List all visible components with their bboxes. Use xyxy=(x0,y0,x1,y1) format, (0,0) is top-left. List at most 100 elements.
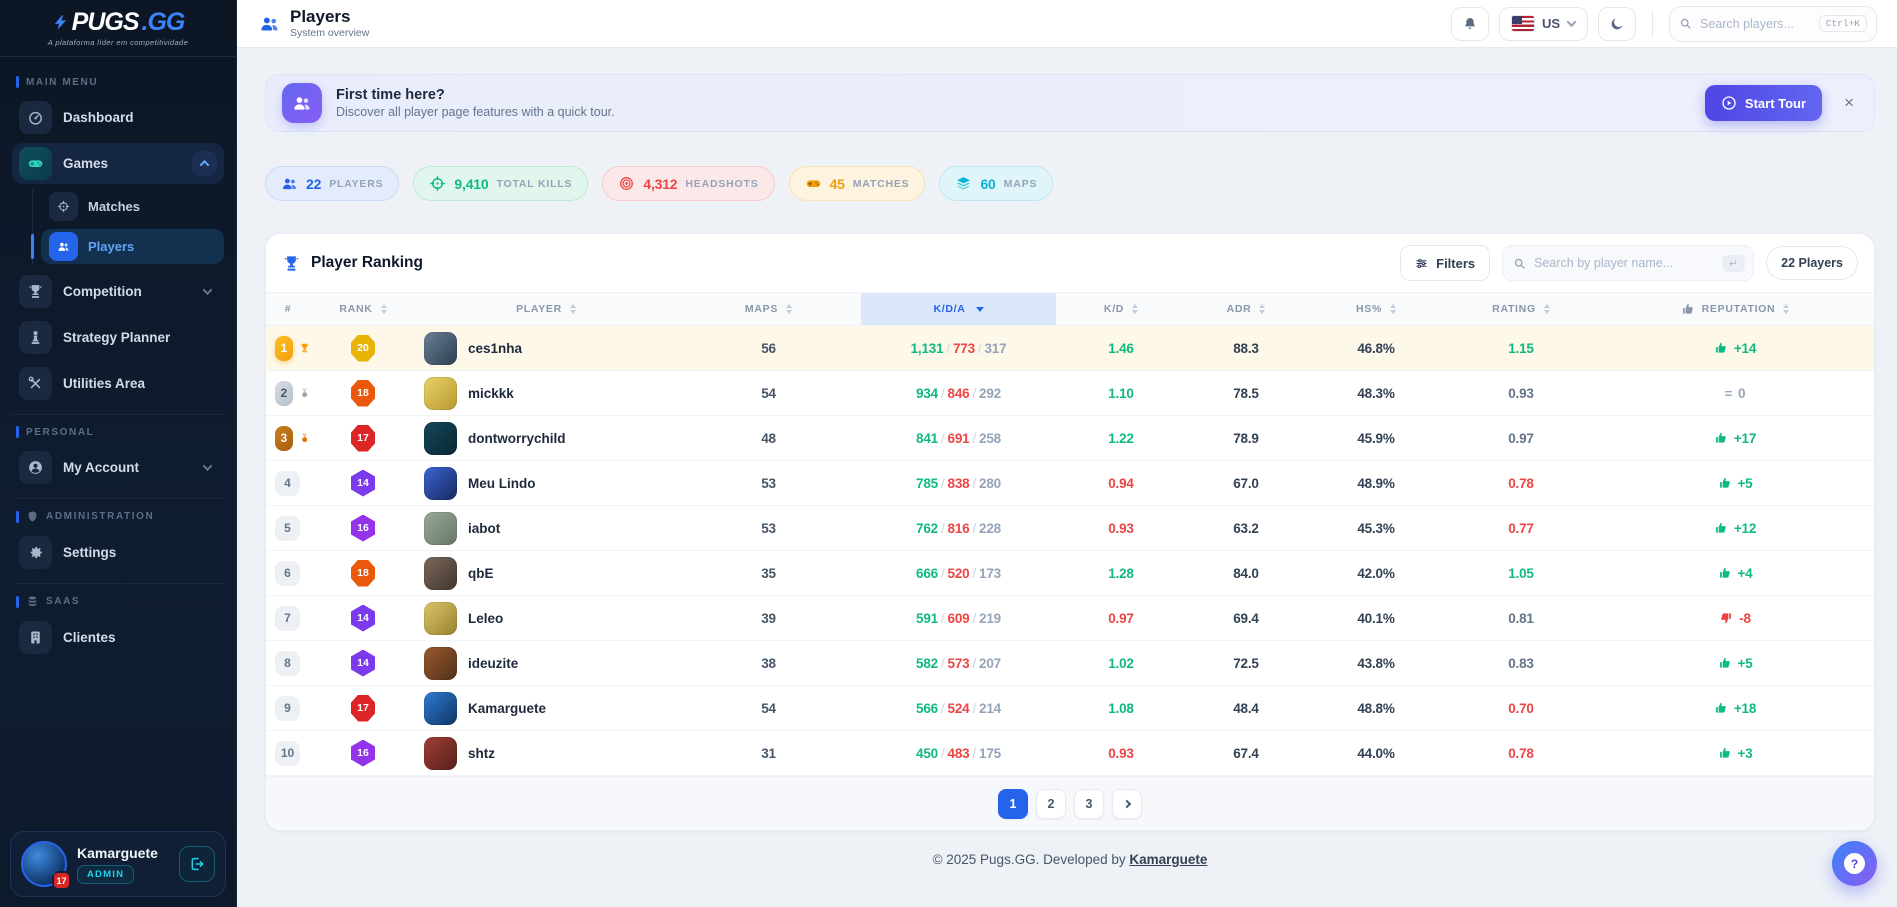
chevron-down-icon xyxy=(1567,17,1577,27)
page-button-3[interactable]: 3 xyxy=(1074,789,1104,819)
player-cell[interactable]: Leleo xyxy=(416,602,676,635)
hs-cell: 45.3% xyxy=(1306,521,1446,536)
player-search-input[interactable] xyxy=(1534,256,1714,270)
notifications-button[interactable] xyxy=(1451,7,1489,41)
player-cell[interactable]: ces1nha xyxy=(416,332,676,365)
medal-icon xyxy=(299,430,310,446)
kda-cell: 934/846/292 xyxy=(861,386,1056,401)
language-selector[interactable]: US xyxy=(1499,7,1588,41)
position-cell: 7 xyxy=(266,606,310,631)
sidebar-item-competition[interactable]: Competition xyxy=(12,271,224,312)
thumb-up-icon xyxy=(1714,431,1728,445)
gear-icon xyxy=(27,544,44,561)
kda-separator: / xyxy=(969,746,979,761)
equals-icon: = xyxy=(1725,386,1732,401)
table-row[interactable]: 917Kamarguete54566/524/2141.0848.448.8%0… xyxy=(266,686,1874,731)
player-cell[interactable]: dontworrychild xyxy=(416,422,676,455)
kd-cell: 1.10 xyxy=(1056,386,1186,401)
sidebar-item-utilities-area[interactable]: Utilities Area xyxy=(12,363,224,404)
reputation-value: 0 xyxy=(1738,386,1745,401)
topbar-actions: US Ctrl+K xyxy=(1451,6,1877,42)
sidebar-section: PERSONALMy Account xyxy=(12,414,224,488)
brand-logo[interactable]: PUGS.GG A plataforma líder em competitiv… xyxy=(0,0,236,57)
bell-icon xyxy=(1462,16,1478,32)
deaths-value: 524 xyxy=(948,701,970,716)
table-row[interactable]: 414Meu Lindo53785/838/2800.9467.048.9%0.… xyxy=(266,461,1874,506)
position-badge: 1 xyxy=(275,336,293,361)
sort-up-arrow xyxy=(1259,304,1265,308)
player-cell[interactable]: iabot xyxy=(416,512,676,545)
table-row[interactable]: 814ideuzite38582/573/2071.0272.543.8%0.8… xyxy=(266,641,1874,686)
sort-down-arrow xyxy=(570,310,576,314)
column-header-rank[interactable]: RANK xyxy=(310,293,416,325)
tour-banner-title: First time here? xyxy=(336,87,615,103)
player-cell[interactable]: ideuzite xyxy=(416,647,676,680)
dark-mode-toggle[interactable] xyxy=(1598,7,1636,41)
stat-pill-headshots[interactable]: 4,312HEADSHOTS xyxy=(602,166,774,201)
page-button-1[interactable]: 1 xyxy=(998,789,1028,819)
kda-separator: / xyxy=(969,611,979,626)
chevron-right-icon xyxy=(1123,799,1131,807)
sidebar-item-players[interactable]: Players xyxy=(41,229,224,264)
table-row[interactable]: 618qbE35666/520/1731.2884.042.0%1.05+4 xyxy=(266,551,1874,596)
sidebar-subitem-label: Matches xyxy=(88,199,140,214)
reputation-cell: +5 xyxy=(1596,656,1874,671)
table-row[interactable]: 120ces1nha561,131/773/3171.4688.346.8%1.… xyxy=(266,326,1874,371)
sidebar-item-my-account[interactable]: My Account xyxy=(12,447,224,488)
player-cell[interactable]: shtz xyxy=(416,737,676,770)
player-cell[interactable]: Kamarguete xyxy=(416,692,676,725)
player-cell[interactable]: mickkk xyxy=(416,377,676,410)
rank-cell: 14 xyxy=(310,650,416,677)
player-cell[interactable]: Meu Lindo xyxy=(416,467,676,500)
help-fab[interactable]: ? xyxy=(1832,841,1877,886)
column-header-kda[interactable]: K/D/A xyxy=(861,293,1056,325)
position-cell: 9 xyxy=(266,696,310,721)
rating-cell: 0.77 xyxy=(1446,521,1596,536)
stat-pill-maps[interactable]: 60MAPS xyxy=(939,166,1053,201)
sidebar-item-dashboard[interactable]: Dashboard xyxy=(12,97,224,138)
player-cell[interactable]: qbE xyxy=(416,557,676,590)
column-header-rating[interactable]: RATING xyxy=(1446,293,1596,325)
stat-pill-players[interactable]: 22PLAYERS xyxy=(265,166,399,201)
sidebar-item-games[interactable]: Games xyxy=(12,143,224,184)
logout-icon xyxy=(189,856,205,872)
filters-button[interactable]: Filters xyxy=(1400,245,1490,281)
table-header-row: #RANKPLAYERMAPSK/D/AK/DADRHS%RATINGREPUT… xyxy=(266,292,1874,326)
rating-cell: 1.05 xyxy=(1446,566,1596,581)
sidebar-item-matches[interactable]: Matches xyxy=(41,189,224,224)
footer-developer-link[interactable]: Kamarguete xyxy=(1129,852,1207,867)
table-row[interactable]: 1016shtz31450/483/1750.9367.444.0%0.78+3 xyxy=(266,731,1874,776)
logout-button[interactable] xyxy=(179,846,215,882)
sidebar-item-clientes[interactable]: Clientes xyxy=(12,617,224,658)
footer-text: © 2025 Pugs.GG. Developed by xyxy=(933,852,1126,867)
table-row[interactable]: 317dontworrychild48841/691/2581.2278.945… xyxy=(266,416,1874,461)
column-header-player[interactable]: PLAYER xyxy=(416,293,676,325)
global-search-input[interactable] xyxy=(1700,17,1811,31)
thumb-up-icon xyxy=(1714,701,1728,715)
sort-icon xyxy=(1544,304,1550,314)
column-header-rep[interactable]: REPUTATION xyxy=(1596,293,1874,325)
column-header-kd[interactable]: K/D xyxy=(1056,293,1186,325)
column-header-maps[interactable]: MAPS xyxy=(676,293,861,325)
hs-cell: 46.8% xyxy=(1306,341,1446,356)
kills-value: 582 xyxy=(916,656,938,671)
stat-pill-total-kills[interactable]: 9,410TOTAL KILLS xyxy=(413,166,588,201)
trophy-icon xyxy=(299,340,310,356)
assists-value: 173 xyxy=(979,566,1001,581)
banner-close-button[interactable]: × xyxy=(1844,93,1854,113)
sidebar-item-settings[interactable]: Settings xyxy=(12,532,224,573)
user-card[interactable]: 17 Kamarguete ADMIN xyxy=(10,831,226,897)
position-cell: 1 xyxy=(266,336,310,361)
next-page-button[interactable] xyxy=(1112,789,1142,819)
sidebar-item-strategy-planner[interactable]: Strategy Planner xyxy=(12,317,224,358)
table-row[interactable]: 218mickkk54934/846/2921.1078.548.3%0.93=… xyxy=(266,371,1874,416)
collapse-button[interactable] xyxy=(192,151,217,176)
table-row[interactable]: 714Leleo39591/609/2190.9769.440.1%0.81-8 xyxy=(266,596,1874,641)
column-header-hs[interactable]: HS% xyxy=(1306,293,1446,325)
stat-pill-matches[interactable]: 45MATCHES xyxy=(789,166,926,201)
table-row[interactable]: 516iabot53762/816/2280.9363.245.3%0.77+1… xyxy=(266,506,1874,551)
start-tour-button[interactable]: Start Tour xyxy=(1705,85,1822,121)
maps-cell: 54 xyxy=(676,386,861,401)
page-button-2[interactable]: 2 xyxy=(1036,789,1066,819)
column-header-adr[interactable]: ADR xyxy=(1186,293,1306,325)
